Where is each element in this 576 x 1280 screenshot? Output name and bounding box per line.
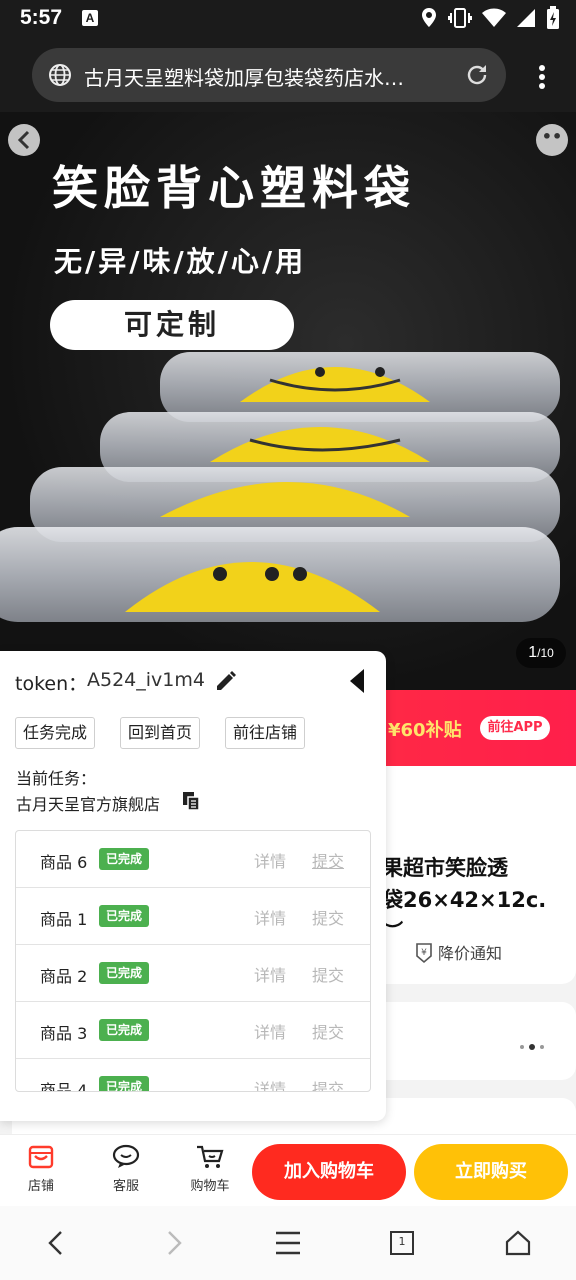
cart-tab[interactable]: 购物车	[180, 1143, 240, 1194]
yen-tag-icon: ¥	[414, 942, 434, 968]
token-value: A524_iv1m4	[87, 669, 205, 691]
task-list[interactable]: 商品 6 已完成 详情 提交 商品 1 已完成 详情 提交 商品 2 已完成 详…	[15, 830, 371, 1092]
task-row: 商品 3 已完成 详情 提交	[16, 1002, 370, 1059]
task-name: 商品 4	[40, 1081, 88, 1092]
status-icons	[420, 6, 560, 30]
task-row: 商品 6 已完成 详情 提交	[16, 831, 370, 888]
service-tab[interactable]: 客服	[96, 1143, 156, 1194]
task-submit-link[interactable]: 提交	[312, 1076, 344, 1091]
image-counter-total: /10	[537, 646, 554, 660]
task-detail-link[interactable]: 详情	[254, 905, 286, 929]
back-icon[interactable]	[44, 1228, 68, 1262]
product-title-line1: 果超市笑脸透	[382, 856, 508, 880]
globe-icon	[48, 63, 72, 91]
back-home-button[interactable]: 回到首页	[120, 717, 201, 749]
status-badge: 已完成	[99, 1019, 150, 1041]
overflow-menu-icon[interactable]	[538, 64, 546, 94]
add-to-cart-button[interactable]: 加入购物车	[252, 1144, 406, 1200]
subsidy-text: ¥60补贴	[388, 720, 462, 741]
vibrate-icon	[448, 7, 472, 29]
cart-icon	[197, 1145, 224, 1168]
status-badge: 已完成	[99, 848, 150, 870]
home-icon[interactable]	[504, 1228, 532, 1262]
bottom-action-bar: 店铺 客服 购物车 加入购物车 立即购买	[0, 1134, 576, 1206]
current-task-value: 古月天呈官方旗舰店	[16, 795, 161, 814]
image-prev-button[interactable]	[8, 124, 40, 156]
collapse-panel-icon[interactable]	[348, 667, 366, 699]
status-bar: 5:57 A	[0, 0, 576, 40]
task-submit-link[interactable]: 提交	[312, 962, 344, 986]
cart-label: 购物车	[190, 1179, 230, 1194]
task-detail-link[interactable]: 详情	[254, 1076, 286, 1091]
store-tab[interactable]: 店铺	[11, 1143, 71, 1194]
status-badge: 已完成	[99, 1076, 150, 1091]
task-submit-link[interactable]: 提交	[312, 905, 344, 929]
browser-toolbar: 古月天呈塑料袋加厚包装袋药店水…	[0, 40, 576, 112]
url-text[interactable]: 古月天呈塑料袋加厚包装袋药店水…	[84, 62, 454, 91]
task-panel: token： A524_iv1m4 任务完成 回到首页 前往店铺 当前任务： 古…	[0, 651, 386, 1121]
chat-icon	[112, 1144, 140, 1168]
address-bar[interactable]: 古月天呈塑料袋加厚包装袋药店水…	[32, 48, 506, 102]
task-name: 商品 2	[40, 967, 88, 986]
menu-icon[interactable]	[274, 1228, 302, 1262]
status-badge: 已完成	[99, 905, 150, 927]
system-navigation-bar: 1	[0, 1206, 576, 1280]
task-detail-link[interactable]: 详情	[254, 848, 286, 872]
status-time: 5:57	[20, 6, 63, 29]
open-app-button[interactable]: 前往APP	[480, 716, 550, 740]
store-icon	[28, 1145, 54, 1169]
status-badge: 已完成	[99, 962, 150, 984]
tabs-icon[interactable]: 1	[389, 1228, 415, 1262]
store-label: 店铺	[27, 1179, 54, 1194]
task-detail-link[interactable]: 详情	[254, 962, 286, 986]
hero-subtitle: 无/异/味/放/心/用	[54, 245, 307, 278]
edit-pencil-icon[interactable]	[214, 669, 238, 697]
task-submit-link[interactable]: 提交	[312, 848, 344, 872]
reload-icon[interactable]	[464, 62, 490, 92]
wifi-icon	[482, 8, 506, 28]
product-title-line2: 袋26×42×12c. ︶	[382, 888, 547, 944]
screen: 5:57 A 古月天呈塑料袋加厚包装袋药店水… 笑脸背心塑料袋 无/异/味/放/…	[0, 0, 576, 1280]
task-name: 商品 1	[40, 910, 88, 929]
image-counter: 1/10	[516, 638, 566, 668]
forward-icon[interactable]	[162, 1228, 186, 1262]
tab-count: 1	[398, 1235, 406, 1248]
location-icon	[420, 7, 438, 29]
service-label: 客服	[112, 1179, 139, 1194]
product-image-carousel[interactable]: 笑脸背心塑料袋 无/异/味/放/心/用 可定制 •• 1/10	[0, 112, 576, 690]
image-more-button[interactable]: ••	[536, 124, 568, 156]
battery-icon	[546, 6, 560, 30]
task-detail-link[interactable]: 详情	[254, 1019, 286, 1043]
task-submit-link[interactable]: 提交	[312, 1019, 344, 1043]
notification-icon: A	[82, 10, 98, 26]
hero-title: 笑脸背心塑料袋	[52, 161, 416, 215]
price-notify-button[interactable]: ¥ 降价通知	[414, 940, 502, 968]
go-to-store-button[interactable]: 前往店铺	[225, 717, 306, 749]
product-title: 果超市笑脸透 袋26×42×12c. ︶	[382, 852, 572, 948]
task-complete-button[interactable]: 任务完成	[15, 717, 96, 749]
carousel-dots-icon	[518, 1036, 548, 1055]
svg-text:¥: ¥	[421, 948, 427, 958]
current-task-label: 当前任务：	[16, 769, 97, 788]
task-row: 商品 1 已完成 详情 提交	[16, 888, 370, 945]
task-name: 商品 6	[40, 853, 88, 872]
image-counter-current: 1	[528, 644, 538, 661]
smiley-bags-image	[0, 352, 560, 622]
buy-now-button[interactable]: 立即购买	[414, 1144, 568, 1200]
copy-icon[interactable]	[182, 791, 200, 815]
task-row: 商品 2 已完成 详情 提交	[16, 945, 370, 1002]
task-row: 商品 4 已完成 详情 提交	[16, 1059, 370, 1092]
signal-icon	[516, 8, 536, 28]
task-name: 商品 3	[40, 1024, 88, 1043]
price-notify-label: 降价通知	[438, 944, 503, 963]
token-label: token：	[15, 673, 88, 695]
